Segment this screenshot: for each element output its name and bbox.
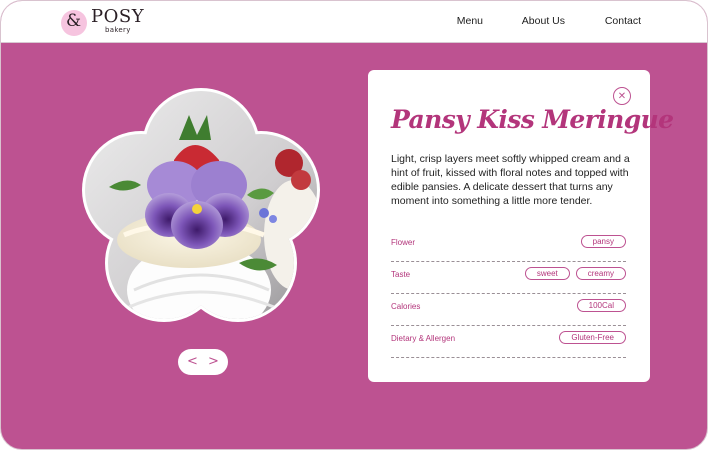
attribute-row-taste: Taste sweet creamy (391, 262, 626, 294)
attribute-label: Calories (391, 302, 421, 311)
attribute-tags: pansy (580, 235, 626, 248)
logo-name: POSY (91, 6, 145, 27)
attribute-tags: 100Cal (576, 299, 626, 312)
nav-about-us[interactable]: About Us (522, 15, 565, 27)
attribute-label: Flower (391, 238, 416, 247)
nav-menu[interactable]: Menu (457, 15, 483, 27)
tag-pansy[interactable]: pansy (580, 235, 626, 248)
attribute-row-dietary: Dietary & Allergen Gluten-Free (391, 326, 626, 358)
product-title: Pansy Kiss Meringue (391, 105, 674, 134)
nav-contact[interactable]: Contact (605, 15, 641, 27)
attribute-label: Dietary & Allergen (391, 334, 456, 343)
dessert-image (82, 88, 320, 322)
product-description: Light, crisp layers meet softly whipped … (391, 153, 630, 207)
image-pager: < > (178, 349, 228, 375)
next-button[interactable]: > (201, 349, 226, 375)
logo-ampersand: & (66, 11, 82, 31)
attribute-row-flower: Flower pansy (391, 230, 626, 262)
tag-creamy[interactable]: creamy (575, 267, 626, 280)
tag-gluten-free[interactable]: Gluten-Free (559, 331, 626, 344)
product-attributes: Flower pansy Taste sweet creamy Calories… (391, 230, 626, 358)
tag-sweet[interactable]: sweet (524, 267, 570, 280)
attribute-tags: sweet creamy (524, 267, 626, 280)
brand-logo[interactable]: & POSY bakery (61, 7, 151, 39)
attribute-label: Taste (391, 270, 411, 279)
tag-calories[interactable]: 100Cal (576, 299, 626, 312)
app-frame: & POSY bakery Menu About Us Contact < > … (0, 0, 708, 450)
site-header: & POSY bakery Menu About Us Contact (1, 1, 707, 43)
logo-subtitle: bakery (105, 26, 131, 34)
product-detail-card: ✕ Pansy Kiss Meringue Light, crisp layer… (368, 70, 674, 382)
attribute-row-calories: Calories 100Cal (391, 294, 626, 326)
attribute-tags: Gluten-Free (559, 331, 626, 344)
